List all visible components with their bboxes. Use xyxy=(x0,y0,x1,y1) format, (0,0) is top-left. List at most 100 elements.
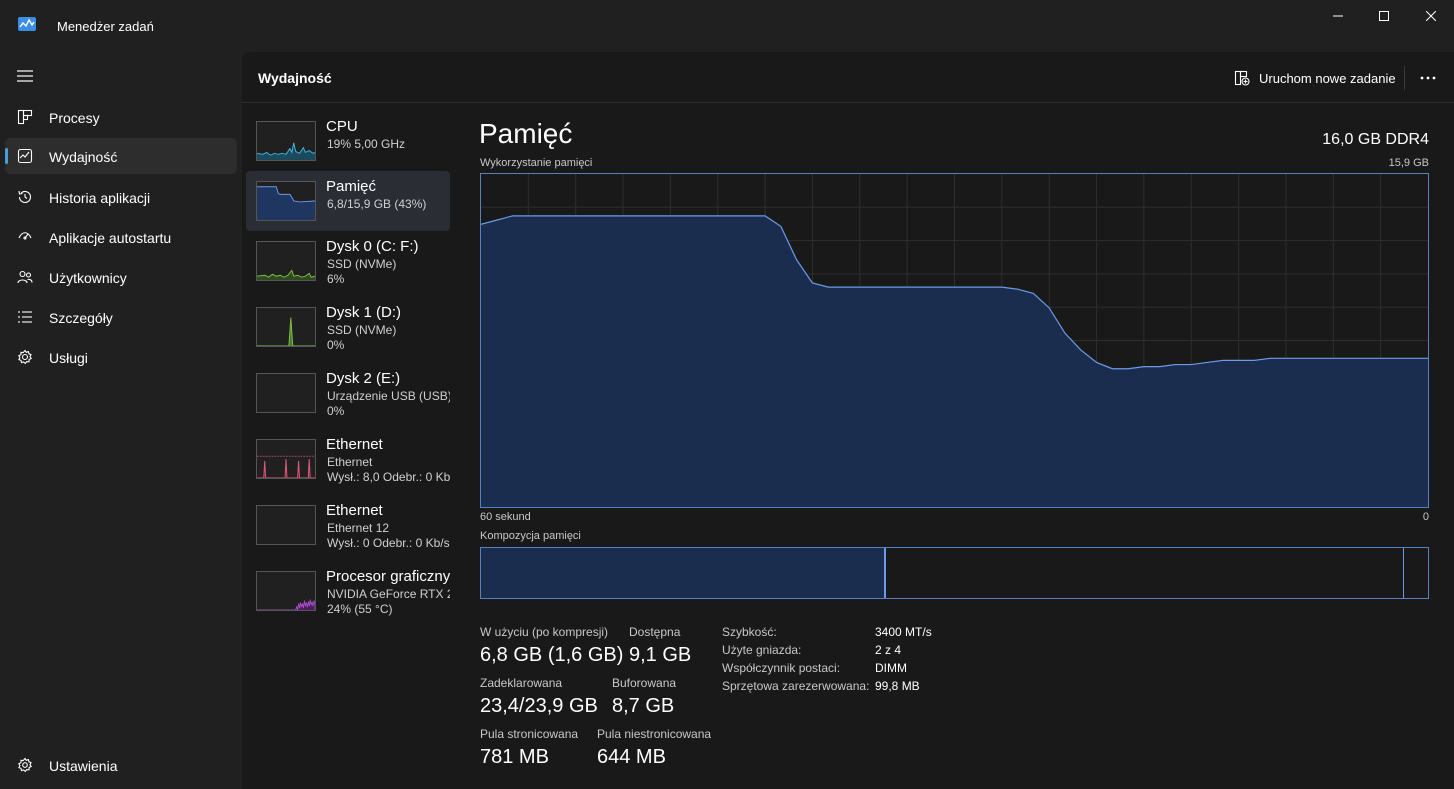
device-info: Ethernet xyxy=(327,455,373,469)
device-item-gpu[interactable]: Procesor graficzny NVIDIA GeForce RTX 20… xyxy=(246,561,450,621)
nav-label: Procesy xyxy=(49,110,100,126)
device-info: Ethernet 12 xyxy=(327,521,390,535)
device-item-memory[interactable]: Pamięć 6,8/15,9 GB (43%) xyxy=(246,171,450,231)
nav-item-services[interactable]: Usługi xyxy=(5,339,237,375)
toolbar-divider xyxy=(1404,66,1405,90)
main-panel: Wydajność Uruchom nowe zadanie CPU 19% 5… xyxy=(242,52,1454,789)
nonpaged-pool-value: 644 MB xyxy=(597,746,666,768)
cached-label: Buforowana xyxy=(612,676,677,690)
disk-2-thumbnail-graph xyxy=(256,373,316,413)
device-item-disk-1[interactable]: Dysk 1 (D:) SSD (NVMe) 0% xyxy=(246,297,450,357)
device-name: Pamięć xyxy=(326,178,377,195)
device-item-cpu[interactable]: CPU 19% 5,00 GHz xyxy=(246,111,450,171)
nav-item-processes[interactable]: Procesy xyxy=(5,99,237,135)
device-usage: Wysł.: 0 Odebr.: 0 Kb/s xyxy=(327,536,450,550)
device-info: SSD (NVMe) xyxy=(327,323,397,337)
nav-item-startup-apps[interactable]: Aplikacje autostartu xyxy=(5,219,237,255)
nonpaged-pool-label: Pula niestronicowana xyxy=(597,727,712,741)
processes-icon xyxy=(17,109,33,125)
nav-item-users[interactable]: Użytkownicy xyxy=(5,259,237,295)
device-item-disk-2[interactable]: Dysk 2 (E:) Urządzenie USB (USB) 0% xyxy=(246,363,450,423)
device-usage: 24% (55 °C) xyxy=(327,602,393,616)
details-icon xyxy=(18,311,32,323)
hamburger-menu-icon[interactable] xyxy=(16,69,34,83)
device-item-ethernet[interactable]: Ethernet Ethernet Wysł.: 8,0 Odebr.: 0 K… xyxy=(246,429,450,489)
maximize-icon xyxy=(1379,11,1389,21)
startup-icon xyxy=(18,232,32,240)
device-info: SSD (NVMe) xyxy=(327,257,397,271)
device-name: Dysk 0 (C: F:) xyxy=(326,238,419,255)
form-factor-value: DIMM xyxy=(875,661,907,675)
nav-label: Historia aplikacji xyxy=(49,190,151,206)
time-left-label: 60 sekund xyxy=(480,511,531,523)
nav-label: Szczegóły xyxy=(49,310,113,326)
speed-label: Szybkość: xyxy=(722,625,777,639)
performance-icon xyxy=(17,148,33,164)
run-new-task-label: Uruchom nowe zadanie xyxy=(1259,70,1396,86)
navigation-sidebar: Procesy Wydajność Historia aplikacji Apl… xyxy=(0,52,242,789)
time-right-label: 0 xyxy=(1422,511,1429,523)
slots-used-label: Użyte gniazda: xyxy=(722,643,802,657)
nav-label: Użytkownicy xyxy=(49,270,127,286)
more-options-icon xyxy=(1420,76,1436,80)
hardware-reserved-value: 99,8 MB xyxy=(875,679,920,693)
device-info: 19% 5,00 GHz xyxy=(327,137,406,151)
run-new-task-button[interactable]: Uruchom nowe zadanie xyxy=(1234,66,1396,90)
minimize-button[interactable] xyxy=(1315,0,1361,32)
memory-composition-bar xyxy=(480,547,1429,599)
device-usage: 0% xyxy=(327,338,345,352)
speed-value: 3400 MT/s xyxy=(875,625,932,639)
nav-label: Ustawienia xyxy=(49,758,118,774)
nav-label: Aplikacje autostartu xyxy=(49,230,172,246)
device-usage: 0% xyxy=(327,404,345,418)
hardware-reserved-label: Sprzętowa zarezerwowana: xyxy=(722,679,870,693)
in-use-label: W użyciu (po kompresji) xyxy=(480,625,609,639)
page-header: Wydajność Uruchom nowe zadanie xyxy=(242,52,1454,103)
available-value: 9,1 GB xyxy=(629,644,692,666)
nav-label: Wydajność xyxy=(49,149,118,165)
maximize-button[interactable] xyxy=(1361,0,1407,32)
committed-value: 23,4/23,9 GB xyxy=(480,695,598,717)
paged-pool-label: Pula stronicowana xyxy=(480,727,579,741)
history-icon xyxy=(18,190,32,203)
ethernet-thumbnail-graph xyxy=(256,439,316,479)
disk-1-thumbnail-graph xyxy=(256,307,316,347)
title-bar: Menedżer zadań xyxy=(0,0,1454,52)
in-use-value: 6,8 GB (1,6 GB) xyxy=(480,644,624,666)
memory-thumbnail-graph xyxy=(256,181,316,221)
composition-standby-segment xyxy=(886,548,1405,598)
device-info: Urządzenie USB (USB) xyxy=(327,389,450,403)
nav-item-details[interactable]: Szczegóły xyxy=(5,299,237,335)
nav-label: Usługi xyxy=(49,350,88,366)
composition-in-use-segment xyxy=(481,548,886,598)
active-indicator xyxy=(5,148,8,164)
nav-item-app-history[interactable]: Historia aplikacji xyxy=(5,179,237,215)
close-icon xyxy=(1426,11,1436,21)
device-name: Ethernet xyxy=(326,436,383,453)
disk-0-thumbnail-graph xyxy=(256,241,316,281)
device-item-disk-0[interactable]: Dysk 0 (C: F:) SSD (NVMe) 6% xyxy=(246,231,450,291)
more-options-button[interactable] xyxy=(1416,66,1440,90)
services-icon xyxy=(18,349,32,365)
device-info: NVIDIA GeForce RTX 2080 xyxy=(327,587,450,601)
page-title: Wydajność xyxy=(258,70,332,86)
composition-label: Kompozycja pamięci xyxy=(480,530,581,542)
settings-gear-icon xyxy=(18,757,32,773)
nav-item-settings[interactable]: Ustawienia xyxy=(5,747,237,783)
users-icon xyxy=(17,270,33,284)
detail-title: Pamięć xyxy=(479,118,573,149)
task-manager-app-icon xyxy=(18,17,36,31)
device-item-ethernet-12[interactable]: Ethernet Ethernet 12 Wysł.: 0 Odebr.: 0 … xyxy=(246,495,450,555)
gpu-thumbnail-graph xyxy=(256,571,316,611)
device-name: CPU xyxy=(326,118,358,135)
graph-label: Wykorzystanie pamięci xyxy=(480,157,593,169)
device-usage: Wysł.: 8,0 Odebr.: 0 Kb/s xyxy=(327,470,450,484)
memory-usage-graph xyxy=(480,173,1429,508)
device-name: Ethernet xyxy=(326,502,383,519)
paged-pool-value: 781 MB xyxy=(480,746,549,768)
new-task-icon xyxy=(1234,70,1250,86)
slots-used-value: 2 z 4 xyxy=(875,643,902,657)
close-button[interactable] xyxy=(1408,0,1454,32)
nav-item-performance[interactable]: Wydajność xyxy=(5,138,237,174)
device-usage: 6% xyxy=(327,272,345,286)
